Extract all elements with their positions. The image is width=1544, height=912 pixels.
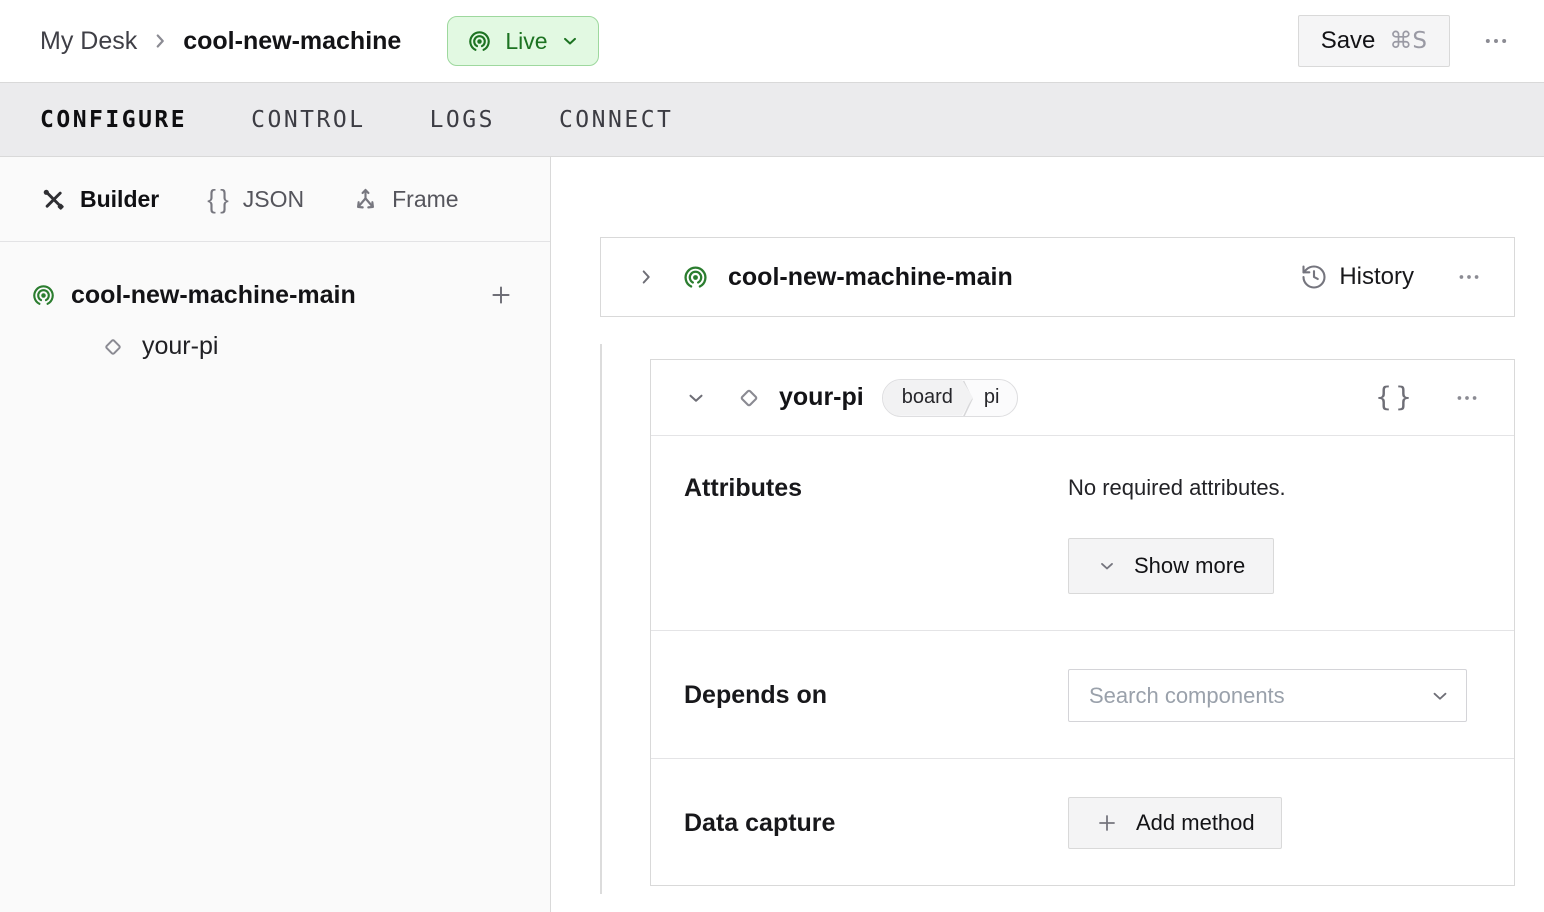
axes-icon — [352, 186, 379, 213]
main-tab-bar: CONFIGURE CONTROL LOGS CONNECT — [0, 82, 1544, 157]
chevron-down-icon — [685, 387, 707, 409]
component-card-actions: { } — [1371, 379, 1486, 417]
view-mode-bar: Builder { } JSON Frame — [0, 157, 550, 242]
search-components-input[interactable] — [1068, 669, 1467, 722]
show-more-label: Show more — [1134, 553, 1246, 578]
mode-frame[interactable]: Frame — [352, 185, 459, 213]
machine-menu-button[interactable] — [1476, 21, 1516, 61]
depends-on-section: Depends on — [651, 630, 1514, 758]
chevron-down-icon — [560, 31, 580, 51]
raw-json-icon[interactable]: { } — [1371, 380, 1416, 415]
badge-model: pi — [983, 386, 1000, 408]
component-menu-button[interactable] — [1448, 379, 1486, 417]
live-status-label: Live — [505, 27, 548, 54]
depends-on-select — [1068, 669, 1467, 722]
braces-icon: { } — [207, 183, 230, 214]
data-capture-section: Data capture Add method — [651, 758, 1514, 885]
expand-part-button[interactable] — [631, 262, 661, 292]
tree-component-label: your-pi — [142, 332, 219, 360]
mode-json[interactable]: { } JSON — [207, 184, 304, 215]
component-card-title: your-pi — [779, 383, 864, 411]
component-card: your-pi board pi { } Attributes No requi… — [650, 359, 1515, 886]
broadcast-live-icon — [30, 282, 57, 309]
tree-item-component[interactable]: your-pi — [30, 332, 518, 361]
tab-connect[interactable]: CONNECT — [559, 103, 673, 137]
app-window: My Desk cool-new-machine Live Save ⌘S CO… — [0, 0, 1544, 912]
show-more-button[interactable]: Show more — [1068, 538, 1275, 594]
chevron-down-icon — [1097, 556, 1117, 576]
tree-connector-line: your-pi board pi { } Attributes No requi… — [600, 344, 1515, 894]
tree-item-machine-part[interactable]: cool-new-machine-main — [30, 278, 518, 312]
clock-history-icon — [1300, 263, 1328, 291]
data-capture-content: Add method — [1068, 797, 1466, 849]
tab-control[interactable]: CONTROL — [251, 103, 365, 137]
tab-configure[interactable]: CONFIGURE — [40, 103, 187, 137]
collapse-component-button[interactable] — [681, 383, 711, 413]
plus-icon — [488, 282, 514, 308]
machine-name: cool-new-machine — [183, 26, 402, 55]
diamond-icon — [735, 384, 763, 412]
data-capture-label: Data capture — [684, 808, 836, 837]
top-bar: My Desk cool-new-machine Live Save ⌘S — [0, 0, 1544, 82]
save-button-label: Save — [1320, 27, 1376, 54]
plus-icon — [1095, 811, 1119, 835]
machine-part-card: cool-new-machine-main History — [600, 237, 1515, 317]
config-main-panel: cool-new-machine-main History your-pi bo… — [551, 157, 1544, 912]
tab-logs[interactable]: LOGS — [430, 103, 495, 137]
ellipsis-icon — [1456, 264, 1482, 290]
component-card-header: your-pi board pi { } — [651, 360, 1514, 435]
mode-builder-label: Builder — [80, 185, 160, 212]
diamond-icon — [100, 334, 126, 360]
chevron-right-icon — [635, 266, 657, 288]
chevron-right-icon — [149, 30, 171, 52]
attributes-content: No required attributes. Show more — [1068, 474, 1466, 594]
history-button[interactable]: History — [1300, 263, 1414, 291]
attributes-section: Attributes No required attributes. Show … — [651, 435, 1514, 630]
save-button[interactable]: Save ⌘S — [1297, 15, 1450, 67]
ellipsis-icon — [1482, 27, 1510, 55]
badge-type: board — [883, 380, 973, 416]
add-method-button[interactable]: Add method — [1068, 797, 1282, 849]
config-sidebar: Builder { } JSON Frame cool-new-machine-… — [0, 157, 551, 912]
tools-icon — [40, 186, 67, 213]
save-shortcut-hint: ⌘S — [1389, 28, 1427, 54]
breadcrumb-parent-link[interactable]: My Desk — [40, 27, 137, 56]
part-card-title: cool-new-machine-main — [728, 262, 1013, 291]
history-button-label: History — [1339, 263, 1414, 290]
mode-json-label: JSON — [242, 185, 305, 212]
breadcrumb: My Desk cool-new-machine — [40, 27, 401, 56]
machine-tree: cool-new-machine-main your-pi — [0, 242, 550, 361]
add-method-label: Add method — [1136, 810, 1255, 835]
part-menu-button[interactable] — [1450, 258, 1488, 296]
broadcast-live-icon — [681, 263, 710, 292]
attributes-label: Attributes — [684, 474, 803, 502]
live-status-dropdown[interactable]: Live — [447, 16, 599, 66]
component-type-badge: board pi — [881, 378, 1019, 417]
top-bar-actions: Save ⌘S — [1297, 15, 1516, 67]
ellipsis-icon — [1454, 385, 1480, 411]
attributes-empty-text: No required attributes. — [1068, 475, 1286, 500]
content-area: Builder { } JSON Frame cool-new-machine-… — [0, 157, 1544, 912]
add-component-button[interactable] — [484, 278, 518, 312]
depends-on-label: Depends on — [684, 681, 828, 709]
mode-builder[interactable]: Builder — [40, 186, 159, 213]
mode-frame-label: Frame — [392, 185, 459, 212]
tree-part-label: cool-new-machine-main — [71, 280, 356, 309]
part-card-actions: History — [1300, 258, 1488, 296]
broadcast-live-icon — [466, 28, 493, 55]
